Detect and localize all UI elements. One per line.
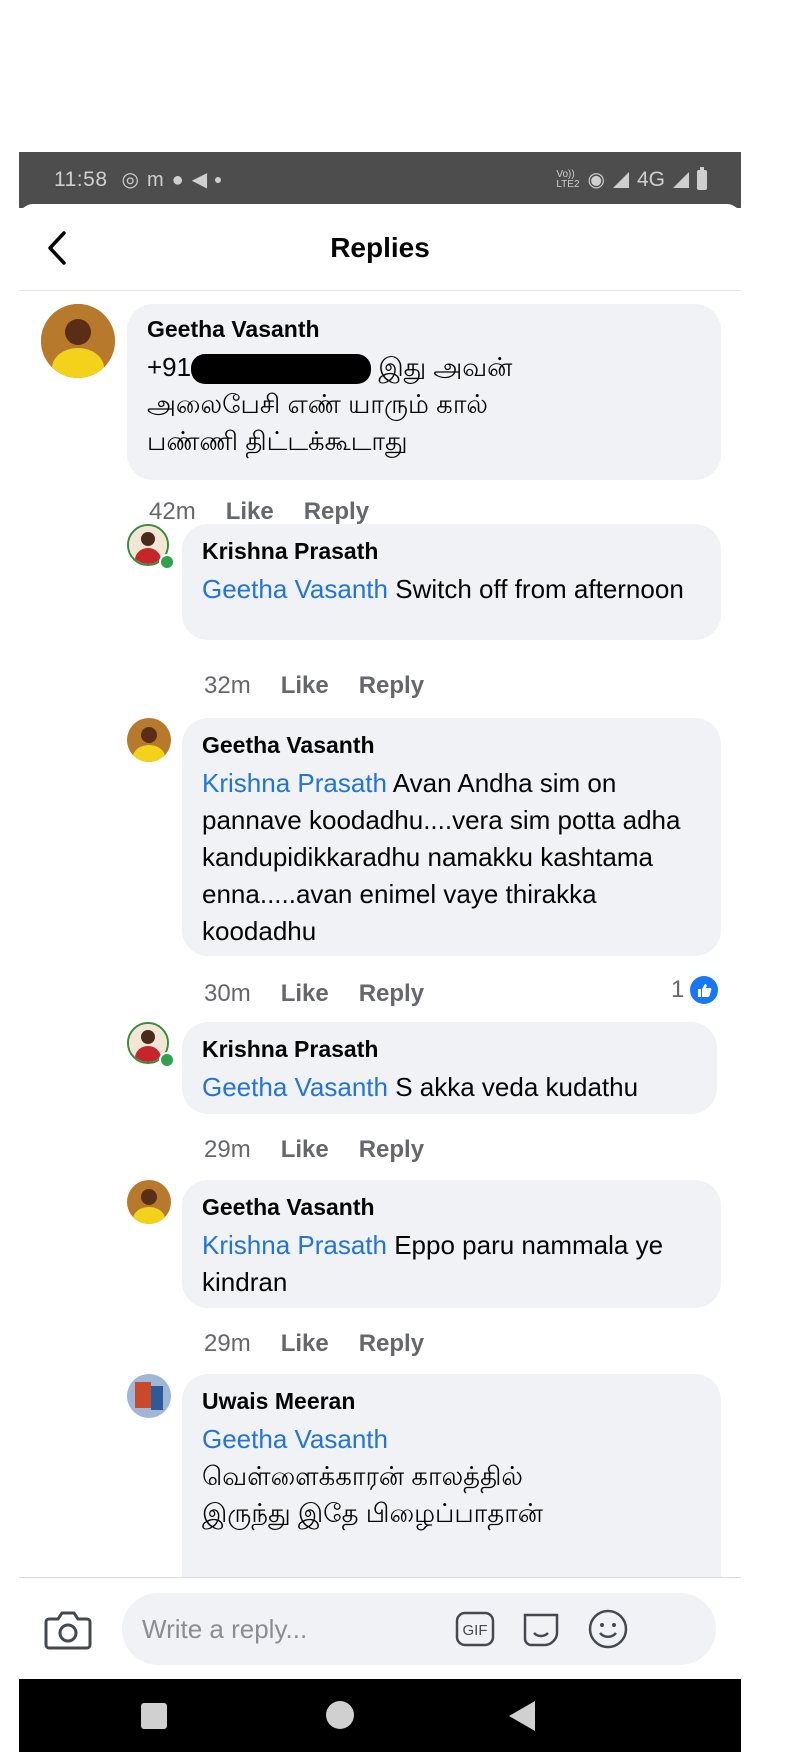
comment-item: Geetha Vasanth Krishna Prasath Avan Andh… — [19, 718, 741, 1007]
phone-screen: 11:58 ◎ m ● ◀ Vo)) LTE2 ◉ 4G Replies Gee… — [19, 152, 741, 1752]
comment-text: Krishna Prasath Eppo paru nammala ye kin… — [202, 1230, 664, 1297]
signal-2-icon — [673, 172, 689, 188]
svg-text:GIF: GIF — [463, 1622, 488, 1639]
network-type: 4G — [636, 168, 665, 191]
more-notifications-icon — [215, 177, 222, 183]
comment-text: Geetha Vasanth S akka veda kudathu — [202, 1072, 639, 1102]
hotspot-icon: ◉ — [587, 169, 605, 191]
like-button[interactable]: Like — [281, 672, 329, 700]
reaction-summary[interactable]: 1 — [671, 976, 719, 1004]
home-icon[interactable] — [326, 1701, 354, 1729]
emoji-icon[interactable] — [586, 1607, 630, 1651]
android-nav-bar — [19, 1679, 741, 1752]
comment-bubble: Geetha Vasanth +91 இது அவன் அலைபேசி எண் … — [127, 304, 721, 480]
signal-icon — [612, 172, 629, 188]
battery-icon — [697, 167, 707, 190]
comment-author[interactable]: Krishna Prasath — [202, 538, 701, 565]
comment-time: 42m — [149, 498, 196, 525]
comment-bubble: Geetha Vasanth Krishna Prasath Eppo paru… — [182, 1180, 721, 1308]
recents-icon[interactable] — [141, 1703, 167, 1729]
mention-link[interactable]: Krishna Prasath — [202, 768, 387, 798]
page-title: Replies — [330, 232, 430, 263]
reply-button[interactable]: Reply — [359, 1330, 424, 1358]
comment-text: Geetha Vasanth Switch off from afternoon — [202, 574, 684, 604]
redacted-number — [191, 354, 372, 385]
status-time: 11:58 — [54, 168, 108, 191]
status-bar: 11:58 ◎ m ● ◀ Vo)) LTE2 ◉ 4G — [19, 152, 741, 208]
back-icon[interactable] — [509, 1701, 537, 1731]
mention-link[interactable]: Geetha Vasanth — [202, 1424, 388, 1454]
volte-icon: Vo)) LTE2 — [556, 169, 580, 190]
comment-actions: 29m Like Reply — [204, 1136, 424, 1164]
online-status-icon — [159, 1052, 175, 1068]
avatar[interactable] — [127, 718, 171, 762]
comment-item: Krishna Prasath Geetha Vasanth S akka ve… — [19, 1022, 741, 1164]
comment-author[interactable]: Krishna Prasath — [202, 1036, 697, 1063]
comment-time: 29m — [204, 1136, 251, 1163]
notification-icons: ◎ m ● ◀ — [122, 170, 222, 190]
reply-button[interactable]: Reply — [359, 1136, 424, 1164]
like-button[interactable]: Like — [281, 1330, 329, 1358]
comment-author[interactable]: Geetha Vasanth — [147, 316, 701, 343]
reply-button[interactable]: Reply — [304, 498, 369, 526]
reply-compose-bar: Write a reply... GIF — [19, 1577, 741, 1680]
online-status-icon — [159, 554, 175, 570]
like-button[interactable]: Like — [281, 1136, 329, 1164]
camera-icon[interactable] — [44, 1607, 92, 1651]
comment-time: 32m — [204, 672, 251, 699]
whatsapp-icon: ◎ — [121, 169, 139, 191]
comment-text: +91 இது அவன் அலைபேசி எண் யாரும் கால் பண்… — [147, 352, 513, 456]
comment-bubble: Geetha Vasanth Krishna Prasath Avan Andh… — [182, 718, 721, 956]
comment-text: Krishna Prasath Avan Andha sim on pannav… — [202, 768, 681, 946]
comment-item: Geetha Vasanth +91 இது அவன் அலைபேசி எண் … — [19, 292, 741, 525]
messenger-icon: ● — [171, 169, 184, 191]
telegram-icon: ◀ — [191, 169, 208, 191]
reply-button[interactable]: Reply — [359, 672, 424, 700]
like-button[interactable]: Like — [281, 980, 329, 1008]
comment-time: 30m — [204, 980, 251, 1007]
avatar[interactable] — [127, 1374, 171, 1418]
replies-header: Replies — [19, 204, 741, 291]
sticker-icon[interactable] — [519, 1607, 563, 1651]
mention-link[interactable]: Geetha Vasanth — [202, 574, 388, 604]
comment-item: Geetha Vasanth Krishna Prasath Eppo paru… — [19, 1180, 741, 1360]
comment-item: Krishna Prasath Geetha Vasanth Switch of… — [19, 524, 741, 704]
like-button[interactable]: Like — [226, 498, 274, 526]
comment-text: Geetha Vasanth வெள்ளைக்காரன் காலத்தில் இ… — [202, 1424, 543, 1528]
comment-actions: 30m Like Reply — [204, 980, 424, 1008]
comment-actions: 29m Like Reply — [204, 1330, 424, 1358]
reaction-count: 1 — [671, 976, 685, 1003]
comment-actions: 32m Like Reply — [204, 672, 424, 700]
avatar[interactable] — [41, 304, 115, 378]
comment-actions: 42m Like Reply — [149, 498, 369, 526]
comment-bubble: Krishna Prasath Geetha Vasanth Switch of… — [182, 524, 721, 640]
comment-thread: Geetha Vasanth +91 இது அவன் அலைபேசி எண் … — [19, 292, 741, 1737]
like-icon — [690, 976, 719, 1004]
comment-bubble: Krishna Prasath Geetha Vasanth S akka ve… — [182, 1022, 717, 1114]
comment-time: 29m — [204, 1330, 251, 1357]
gif-icon[interactable]: GIF — [455, 1611, 495, 1647]
mention-link[interactable]: Krishna Prasath — [202, 1230, 387, 1260]
mention-link[interactable]: Geetha Vasanth — [202, 1072, 388, 1102]
app-m-icon: m — [146, 169, 164, 191]
avatar[interactable] — [127, 1180, 171, 1224]
comment-author[interactable]: Geetha Vasanth — [202, 1194, 701, 1221]
reply-button[interactable]: Reply — [359, 980, 424, 1008]
reply-placeholder: Write a reply... — [142, 1613, 308, 1644]
comment-author[interactable]: Uwais Meeran — [202, 1388, 701, 1415]
system-icons: Vo)) LTE2 ◉ 4G — [556, 167, 707, 192]
comment-author[interactable]: Geetha Vasanth — [202, 732, 701, 759]
